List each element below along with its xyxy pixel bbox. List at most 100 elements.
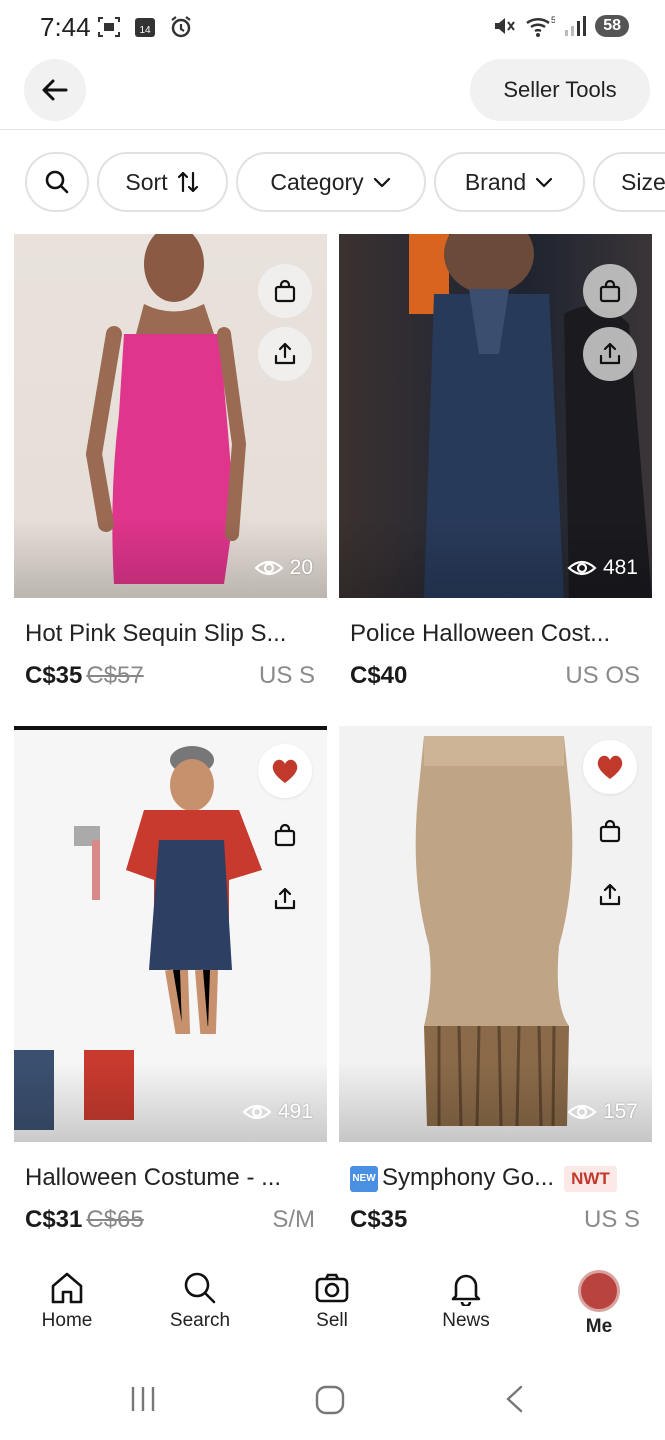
share-button[interactable] <box>583 327 637 381</box>
system-back-icon[interactable] <box>500 1384 530 1414</box>
nwt-badge: NWT <box>564 1165 617 1192</box>
original-price: C$57 <box>86 662 144 689</box>
home-circle-icon[interactable] <box>314 1384 346 1416</box>
view-count-value: 491 <box>277 1100 313 1123</box>
listing-card[interactable]: 157 NEW Symphony Go... NWT C$35 US S <box>339 726 652 1246</box>
view-count-value: 157 <box>602 1100 638 1123</box>
price-row: C$35 US S <box>350 1206 640 1238</box>
save-bag-button[interactable] <box>258 808 312 862</box>
arrow-left-icon <box>42 79 68 101</box>
listing-image[interactable]: 481 <box>339 234 652 598</box>
original-price: C$65 <box>86 1206 144 1233</box>
size-label: Size <box>621 168 665 195</box>
view-count-value: 481 <box>602 556 638 579</box>
listing-card[interactable]: 20 Hot Pink Sequin Slip S... C$35 C$57 US… <box>14 234 327 704</box>
bottom-nav: Home Search Sell News Me <box>0 1250 665 1350</box>
avatar <box>578 1270 620 1312</box>
nav-me[interactable]: Me <box>549 1270 649 1338</box>
listing-title[interactable]: Hot Pink Sequin Slip S... <box>25 620 325 648</box>
price-row: C$40 US OS <box>350 662 640 694</box>
shopping-bag-icon <box>599 279 621 303</box>
share-icon <box>274 342 296 365</box>
listing-price: C$40 <box>350 662 408 689</box>
like-button[interactable] <box>583 740 637 794</box>
nav-news-label: News <box>442 1310 490 1331</box>
nav-home[interactable]: Home <box>17 1270 117 1332</box>
home-icon <box>51 1272 83 1304</box>
listing-card[interactable]: 481 Police Halloween Cost... C$40 US OS <box>339 234 652 704</box>
listing-grid: 20 Hot Pink Sequin Slip S... C$35 C$57 US… <box>0 234 665 1250</box>
nav-sell-label: Sell <box>316 1310 348 1331</box>
listing-size: US S <box>583 1206 640 1233</box>
sort-chip[interactable]: Sort <box>97 152 228 212</box>
back-button[interactable] <box>24 59 86 121</box>
nav-sell[interactable]: Sell <box>282 1270 382 1332</box>
search-icon <box>184 1272 216 1304</box>
listing-title[interactable]: NEW Symphony Go... NWT <box>350 1164 650 1192</box>
status-time: 7:44 <box>40 12 91 42</box>
mute-icon <box>495 18 516 34</box>
nav-search[interactable]: Search <box>150 1270 250 1332</box>
wifi-icon: 5 <box>526 15 555 37</box>
alarm-icon <box>171 16 191 38</box>
view-count: 157 <box>567 1100 638 1124</box>
share-button[interactable] <box>583 868 637 922</box>
heart-filled-icon <box>272 759 298 783</box>
listing-size: US OS <box>565 662 640 689</box>
share-icon <box>599 342 621 365</box>
view-count-value: 20 <box>289 556 313 579</box>
size-chip[interactable]: Size <box>593 152 665 212</box>
category-label: Category <box>270 168 364 195</box>
recent-apps-icon[interactable] <box>128 1384 158 1414</box>
filter-search-button[interactable] <box>25 152 89 212</box>
screenshot-icon <box>98 17 120 37</box>
nav-me-label: Me <box>585 1316 613 1337</box>
view-count: 20 <box>254 556 313 580</box>
signal-icon <box>565 16 587 36</box>
listing-size: US S <box>258 662 315 689</box>
eye-icon <box>567 560 597 576</box>
nav-home-label: Home <box>41 1310 93 1331</box>
new-emoji-badge: NEW <box>350 1165 378 1192</box>
calendar-icon: 14 <box>135 18 155 37</box>
seller-tools-button[interactable]: Seller Tools <box>470 59 650 121</box>
shopping-bag-icon <box>274 823 296 847</box>
bell-icon <box>451 1274 481 1306</box>
shopping-bag-icon <box>599 819 621 843</box>
listing-image[interactable]: 20 <box>14 234 327 598</box>
brand-chip[interactable]: Brand <box>434 152 585 212</box>
chevron-down-icon <box>373 177 390 188</box>
listing-price: C$35 <box>25 662 83 689</box>
nav-search-label: Search <box>169 1310 231 1331</box>
share-icon <box>274 887 296 910</box>
price-row: C$35 C$57 US S <box>25 662 315 694</box>
eye-icon <box>242 1104 272 1120</box>
save-bag-button[interactable] <box>583 804 637 858</box>
listing-image[interactable]: 157 <box>339 726 652 1142</box>
listing-card[interactable]: 491 Halloween Costume - ... C$31 C$65 S/M <box>14 726 327 1246</box>
share-button[interactable] <box>258 327 312 381</box>
save-bag-button[interactable] <box>583 264 637 318</box>
share-button[interactable] <box>258 872 312 926</box>
save-bag-button[interactable] <box>258 264 312 318</box>
category-chip[interactable]: Category <box>236 152 426 212</box>
chevron-down-icon <box>536 177 553 188</box>
wifi-band: 5 <box>551 15 555 25</box>
sort-arrows-icon <box>177 171 198 193</box>
view-count: 481 <box>567 556 638 580</box>
listing-size: S/M <box>272 1206 315 1233</box>
listing-price: C$35 <box>350 1206 408 1233</box>
eye-icon <box>567 1104 597 1120</box>
view-count: 491 <box>242 1100 313 1124</box>
status-bar: 7:44 14 5 58 <box>0 0 665 56</box>
price-row: C$31 C$65 S/M <box>25 1206 315 1238</box>
nav-news[interactable]: News <box>416 1270 516 1332</box>
listing-price: C$31 <box>25 1206 83 1233</box>
shopping-bag-icon <box>274 279 296 303</box>
listing-image[interactable]: 491 <box>14 726 327 1142</box>
heart-filled-icon <box>597 755 623 779</box>
eye-icon <box>254 560 284 576</box>
listing-title[interactable]: Police Halloween Cost... <box>350 620 650 648</box>
listing-title[interactable]: Halloween Costume - ... <box>25 1164 325 1192</box>
like-button[interactable] <box>258 744 312 798</box>
